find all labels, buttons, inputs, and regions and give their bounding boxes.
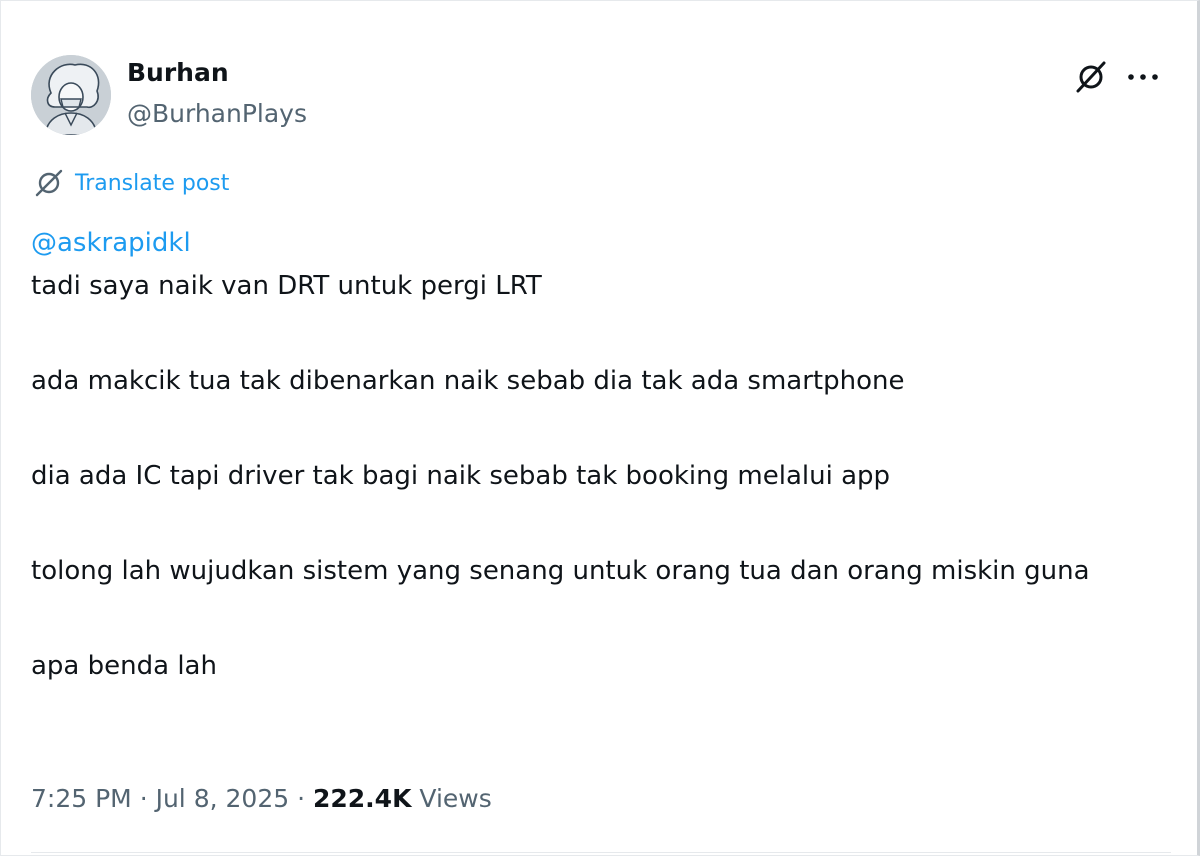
- post-body: @askrapidkl tadi saya naik van DRT untuk…: [31, 223, 1171, 690]
- post-card: Burhan @BurhanPlays Translate post @askr…: [0, 0, 1200, 856]
- post-meta: 7:25 PM · Jul 8, 2025 · 222.4K Views: [31, 778, 492, 818]
- more-options-button[interactable]: [1123, 58, 1163, 96]
- post-date[interactable]: Jul 8, 2025: [156, 784, 290, 813]
- avatar-illustration: [31, 55, 111, 135]
- author-name[interactable]: Burhan: [127, 58, 229, 87]
- post-paragraph-2: ada makcik tua tak dibenarkan naik sebab…: [31, 366, 905, 396]
- views-count[interactable]: 222.4K: [313, 784, 411, 813]
- meta-separator: ·: [139, 783, 148, 813]
- translate-post-label: Translate post: [75, 170, 230, 196]
- meta-separator-2: ·: [297, 783, 306, 813]
- author-handle[interactable]: @BurhanPlays: [127, 99, 307, 128]
- post-paragraph-4: tolong lah wujudkan sistem yang senang u…: [31, 556, 1090, 586]
- post-time[interactable]: 7:25 PM: [31, 784, 132, 813]
- divider: [31, 852, 1171, 853]
- mention-link[interactable]: @askrapidkl: [31, 223, 191, 263]
- more-horizontal-icon: [1128, 74, 1158, 80]
- translate-slash-icon: [35, 169, 63, 197]
- avatar[interactable]: [31, 55, 111, 135]
- views-label: Views: [419, 783, 492, 813]
- translate-post-link[interactable]: Translate post: [34, 167, 229, 199]
- post-paragraph-1: tadi saya naik van DRT untuk pergi LRT: [31, 271, 542, 301]
- grok-slash-icon: [1076, 61, 1106, 93]
- grok-button[interactable]: [1072, 58, 1110, 96]
- post-paragraph-3: dia ada IC tapi driver tak bagi naik seb…: [31, 461, 891, 491]
- post-paragraph-5: apa benda lah: [31, 651, 217, 681]
